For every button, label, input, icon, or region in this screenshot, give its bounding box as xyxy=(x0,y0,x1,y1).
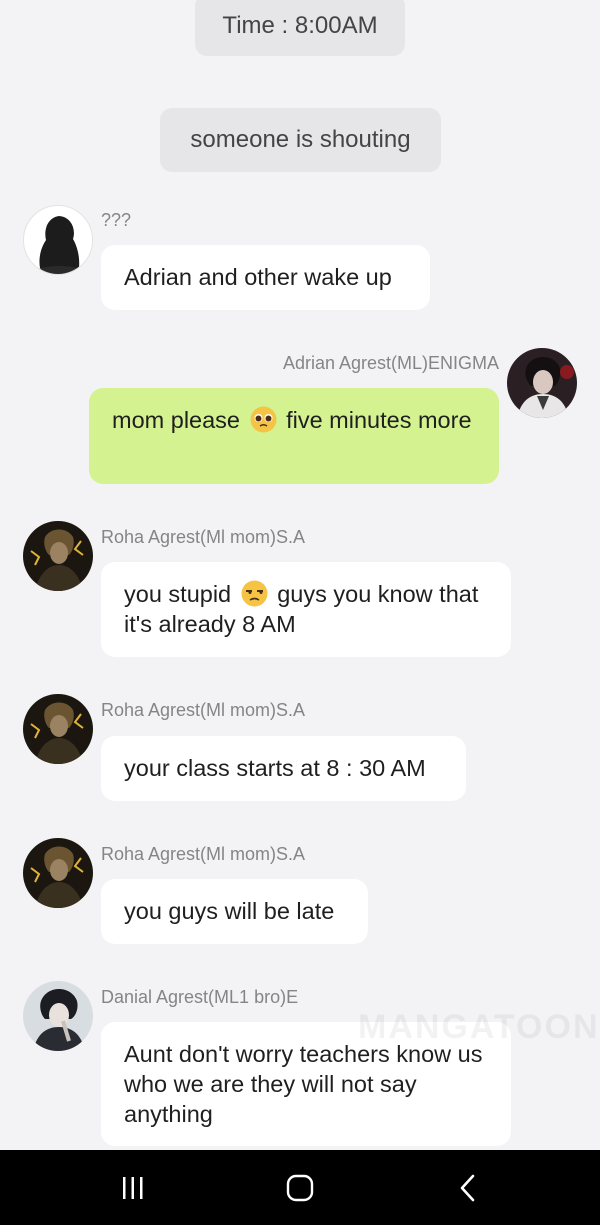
unamused-face-emoji xyxy=(241,580,268,607)
sender-name: Adrian Agrest(ML)ENIGMA xyxy=(282,353,499,373)
sender-name: Roha Agrest(Ml mom)S.A xyxy=(101,700,306,720)
adrian-avatar[interactable] xyxy=(507,348,577,418)
message-text: you guys will be late xyxy=(124,898,335,924)
chat-screen: Time : 8:00AM someone is shouting ??? Ad… xyxy=(0,0,600,1150)
silhouette-avatar[interactable] xyxy=(23,205,93,275)
narration-notice: someone is shouting xyxy=(160,108,441,172)
sender-name: Roha Agrest(Ml mom)S.A xyxy=(101,844,306,864)
message-bubble[interactable]: your class starts at 8 : 30 AM xyxy=(101,736,466,801)
pleading-face-emoji xyxy=(250,406,277,433)
message-bubble[interactable]: you stupid guys you know that it's alrea… xyxy=(101,562,511,657)
message-text: your class starts at 8 : 30 AM xyxy=(124,755,426,781)
message-text: five minutes more xyxy=(286,407,472,433)
recent-apps-button[interactable] xyxy=(93,1150,173,1225)
message-text: you stupid xyxy=(124,581,232,607)
back-button[interactable] xyxy=(428,1150,508,1225)
danial-avatar[interactable] xyxy=(23,981,93,1051)
message-bubble[interactable]: Adrian and other wake up xyxy=(101,245,430,310)
my-message-bubble[interactable]: mom please five minutes more xyxy=(89,388,499,484)
time-label: Time : 8:00AM xyxy=(195,0,405,56)
recent-apps-icon xyxy=(123,1176,143,1199)
sender-name: ??? xyxy=(101,210,132,230)
system-navigation-bar xyxy=(0,1150,600,1225)
watermark: MANGATOON xyxy=(358,1008,600,1046)
message-bubble[interactable]: you guys will be late xyxy=(101,879,368,944)
message-text: mom please xyxy=(112,407,240,433)
sender-name: Roha Agrest(Ml mom)S.A xyxy=(101,527,306,547)
message-text: Adrian and other wake up xyxy=(124,264,392,290)
back-icon xyxy=(460,1174,475,1201)
roha-avatar[interactable] xyxy=(23,521,93,591)
message-text: Aunt don't worry teachers know us who we… xyxy=(124,1041,483,1127)
sender-name: Danial Agrest(ML1 bro)E xyxy=(101,987,299,1007)
home-icon xyxy=(286,1174,314,1201)
roha-avatar[interactable] xyxy=(23,838,93,908)
home-button[interactable] xyxy=(260,1150,340,1225)
roha-avatar[interactable] xyxy=(23,694,93,764)
